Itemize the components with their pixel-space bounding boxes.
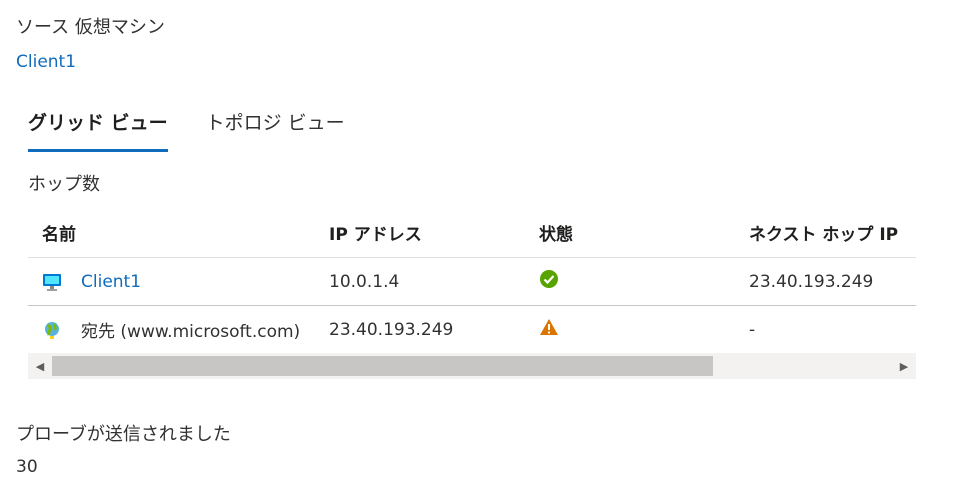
- column-header-next-hop-ip[interactable]: ネクスト ホップ IP: [749, 220, 898, 245]
- view-tabs: グリッド ビュー トポロジ ビュー: [28, 108, 383, 152]
- probes-sent-value: 30: [16, 457, 38, 477]
- hops-grid: 名前 IP アドレス 状態 ネクスト ホップ IP Client1 10.0.1…: [28, 208, 916, 354]
- horizontal-scrollbar[interactable]: ◀ ▶: [28, 353, 916, 379]
- grid-header: 名前 IP アドレス 状態 ネクスト ホップ IP: [28, 208, 916, 258]
- hop-name-text: 宛先 (www.microsoft.com): [81, 322, 301, 342]
- virtual-machine-icon: [42, 272, 62, 292]
- source-vm-link[interactable]: Client1: [16, 52, 76, 72]
- cell-ip: 10.0.1.4: [329, 271, 400, 292]
- connection-troubleshoot-panel: ソース 仮想マシン Client1 グリッド ビュー トポロジ ビュー ホップ数…: [0, 0, 965, 481]
- column-header-name[interactable]: 名前: [42, 220, 76, 245]
- tab-topology-view[interactable]: トポロジ ビュー: [206, 108, 345, 152]
- source-vm-label: ソース 仮想マシン: [16, 17, 165, 38]
- cell-name: 宛先 (www.microsoft.com): [42, 317, 300, 342]
- hop-name-link[interactable]: Client1: [81, 272, 141, 292]
- hops-label: ホップ数: [28, 174, 100, 195]
- cell-ip: 23.40.193.249: [329, 319, 454, 340]
- cell-next-hop-ip: 23.40.193.249: [749, 271, 874, 292]
- cell-state: [539, 269, 559, 294]
- probes-sent-label: プローブが送信されました: [16, 424, 231, 445]
- cell-next-hop-ip: -: [749, 319, 756, 340]
- success-check-icon: [539, 269, 559, 294]
- tab-grid-view[interactable]: グリッド ビュー: [28, 108, 168, 152]
- scroll-right-icon[interactable]: ▶: [892, 353, 916, 379]
- column-header-ip[interactable]: IP アドレス: [329, 220, 422, 245]
- table-row: Client1 10.0.1.4 23.40.193.249: [28, 258, 916, 306]
- warning-triangle-icon: [539, 317, 559, 342]
- globe-icon: [42, 320, 62, 340]
- scrollbar-thumb[interactable]: [52, 356, 713, 376]
- cell-state: [539, 317, 559, 342]
- table-row: 宛先 (www.microsoft.com) 23.40.193.249 -: [28, 306, 916, 354]
- column-header-state[interactable]: 状態: [539, 220, 573, 245]
- scroll-left-icon[interactable]: ◀: [28, 353, 52, 379]
- cell-name: Client1: [42, 272, 141, 292]
